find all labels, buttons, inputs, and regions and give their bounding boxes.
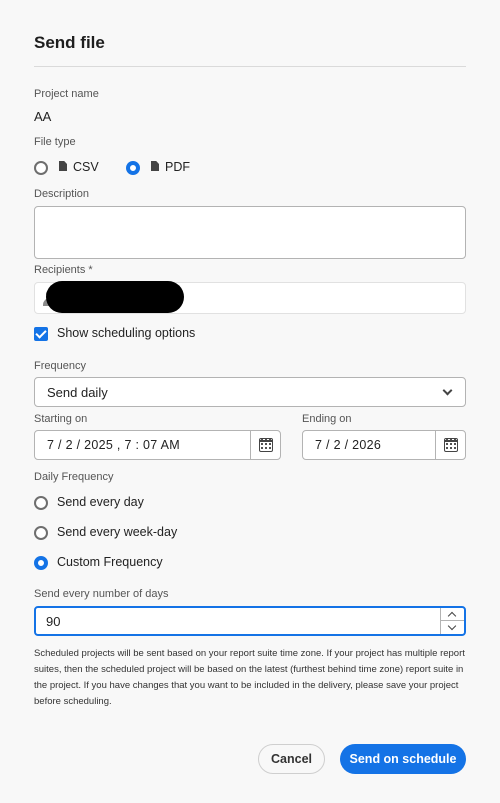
send-every-weekday-radio[interactable] <box>34 526 48 540</box>
recipients-label-text: Recipients <box>34 264 86 276</box>
ending-on-value[interactable]: 7 / 2 / 2026 <box>315 438 381 452</box>
send-file-dialog: Send file Project name AA File type CSV … <box>0 0 500 803</box>
days-label: Send every number of days <box>34 588 169 600</box>
recipients-label: Recipients * <box>34 264 93 276</box>
starting-on-field[interactable]: 7 / 2 / 2025 , 7 : 07 AM <box>34 430 281 460</box>
project-name-label: Project name <box>34 88 99 100</box>
send-on-schedule-button[interactable]: Send on schedule <box>340 744 466 774</box>
required-marker: * <box>88 264 93 276</box>
cancel-button[interactable]: Cancel <box>258 744 325 774</box>
frequency-label: Frequency <box>34 360 86 372</box>
send-every-day-label[interactable]: Send every day <box>57 495 144 509</box>
show-scheduling-label[interactable]: Show scheduling options <box>57 326 195 340</box>
show-scheduling-checkbox[interactable] <box>34 327 48 341</box>
title-divider <box>34 66 466 67</box>
custom-frequency-label[interactable]: Custom Frequency <box>57 555 163 569</box>
frequency-select[interactable]: Send daily <box>34 377 466 407</box>
file-type-label: File type <box>34 136 76 148</box>
calendar-icon <box>444 438 458 452</box>
ending-on-field[interactable]: 7 / 2 / 2026 <box>302 430 466 460</box>
days-number-input[interactable]: 90 <box>34 606 466 636</box>
increment-button[interactable] <box>441 608 464 621</box>
pdf-file-icon <box>151 161 159 171</box>
custom-frequency-radio[interactable] <box>34 556 48 570</box>
csv-radio-label[interactable]: CSV <box>73 160 99 174</box>
starting-on-label: Starting on <box>34 413 88 425</box>
project-name-value: AA <box>34 109 52 124</box>
scheduling-note: Scheduled projects will be sent based on… <box>34 648 465 707</box>
csv-radio[interactable] <box>34 161 48 175</box>
pdf-radio-label[interactable]: PDF <box>165 160 190 174</box>
decrement-button[interactable] <box>441 621 464 634</box>
days-value[interactable]: 90 <box>46 614 60 629</box>
pdf-radio[interactable] <box>126 161 140 175</box>
frequency-selected-value: Send daily <box>47 385 108 400</box>
send-every-weekday-label[interactable]: Send every week-day <box>57 525 177 539</box>
days-stepper[interactable] <box>440 608 464 634</box>
ending-calendar-button[interactable] <box>435 431 465 459</box>
ending-on-label: Ending on <box>302 413 352 425</box>
starting-calendar-button[interactable] <box>250 431 280 459</box>
chevron-down-icon <box>442 385 453 396</box>
daily-frequency-label: Daily Frequency <box>34 471 114 483</box>
send-every-day-radio[interactable] <box>34 496 48 510</box>
csv-file-icon <box>59 161 67 171</box>
dialog-title: Send file <box>34 33 105 52</box>
starting-on-value[interactable]: 7 / 2 / 2025 , 7 : 07 AM <box>47 438 180 452</box>
redacted-recipient <box>46 281 184 313</box>
description-label: Description <box>34 188 90 200</box>
calendar-icon <box>259 438 273 452</box>
description-textarea[interactable] <box>34 206 466 259</box>
